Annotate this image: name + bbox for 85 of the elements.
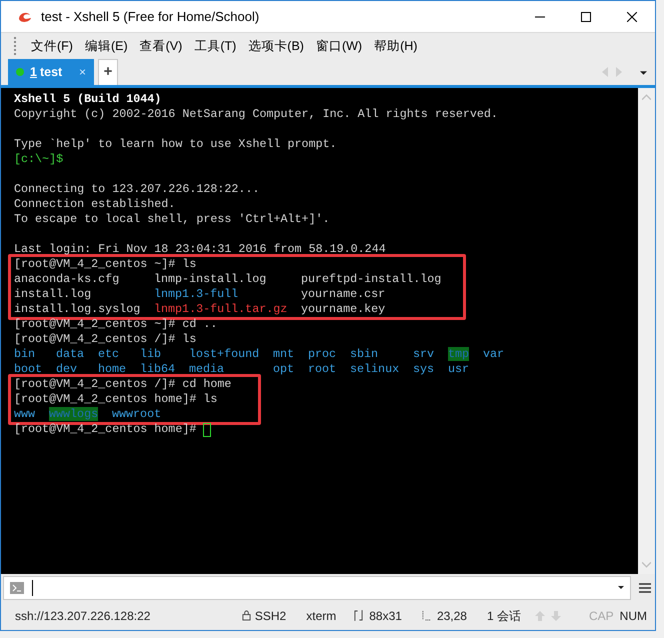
terminal-screen[interactable] <box>1 88 638 574</box>
terminal-text: data <box>56 347 84 361</box>
menu-icon[interactable] <box>639 582 651 592</box>
session-count-label: 1 会话 <box>486 608 521 624</box>
terminal-text: lost+found <box>189 347 260 361</box>
terminal-text: wwwroot <box>112 407 162 421</box>
terminal-text: media <box>189 362 224 376</box>
terminal-text: boot <box>14 362 42 376</box>
resize-icon <box>354 610 364 621</box>
terminal-text: lnmp1.3-full.tar.gz <box>154 302 288 316</box>
terminal-text: lnmp-install.log <box>154 272 266 286</box>
terminal-text: anaconda-ks.cfg <box>14 272 120 286</box>
terminal-text: selinux <box>350 362 400 376</box>
scroll-left-icon[interactable] <box>602 67 608 77</box>
terminal-text: dev <box>56 362 78 376</box>
terminal-text: bin <box>14 347 36 361</box>
session-tab[interactable]: 1 test × <box>8 59 94 85</box>
terminal-text: To escape to local shell, press 'Ctrl+Alt+]'. <box>14 212 330 227</box>
caret-icon[interactable] <box>618 586 624 589</box>
terminal-text: [root@VM_4_2_centos home]# <box>14 422 196 437</box>
new-tab-button[interactable]: + <box>98 59 118 85</box>
terminal-text: Xshell 5 (Build 1044) <box>14 92 162 107</box>
terminal-text: usr <box>448 362 470 376</box>
terminal-text: yourname.csr <box>301 287 386 301</box>
terminal-text: wwwlogs <box>49 407 98 421</box>
terminal-icon <box>10 582 24 594</box>
terminal-text: www <box>14 407 36 421</box>
terminal-text: [root@VM_4_2_centos ~]# cd .. <box>14 317 218 332</box>
scrollbar[interactable] <box>638 88 655 574</box>
terminal-text: var <box>483 347 504 361</box>
terminal-text: [c:\~]$ <box>14 152 64 167</box>
down-arrow-icon <box>550 610 561 620</box>
terminal-text: yourname.key <box>301 302 386 316</box>
scroll-up-icon[interactable] <box>642 94 651 100</box>
key-state-label: CAP <box>588 608 614 624</box>
scroll-right-icon[interactable] <box>616 67 622 77</box>
terminal-text: [root@VM_4_2_centos home]# ls <box>14 392 218 407</box>
scroll-down-icon[interactable] <box>642 562 651 568</box>
terminal-text: install.log <box>14 287 92 301</box>
menu-item[interactable]: 选项卡(B) <box>242 35 310 57</box>
terminal-text: lnmp1.3-full <box>154 287 238 301</box>
terminal-text: [root@VM_4_2_centos /]# cd home <box>14 377 232 392</box>
terminal-text: sys <box>413 362 434 376</box>
terminal-text: root <box>308 362 336 376</box>
terminal-type-label: xterm <box>306 608 336 624</box>
cursor-position-label: 23,28 <box>436 608 467 624</box>
tab-number: 1 <box>30 64 37 81</box>
close-icon <box>627 12 637 22</box>
terminal-text: lib <box>140 347 162 361</box>
terminal-text: pureftpd-install.log <box>301 272 442 286</box>
menu-item[interactable]: 文件(F) <box>25 35 79 57</box>
tab-label: test <box>40 64 62 81</box>
menu-item[interactable]: 工具(T) <box>188 35 242 57</box>
terminal-text: Last login: Fri Nov 18 23:04:31 2016 from 58.19.0.244 <box>14 242 386 257</box>
window-title: test - Xshell 5 (Free for Home/School) <box>41 8 260 26</box>
terminal-text: install.log.syslog <box>14 302 140 316</box>
terminal-text: proc <box>308 347 336 361</box>
terminal-text: Connection established. <box>14 197 176 212</box>
menu-item[interactable]: 窗口(W) <box>310 35 368 57</box>
terminal-text: Copyright (c) 2002-2016 NetSarang Computer, Inc. All rights reserved. <box>14 107 498 122</box>
connection-address: ssh://123.207.226.128:22 <box>15 608 150 624</box>
lock-icon <box>242 610 251 621</box>
terminal-text: [root@VM_4_2_centos /]# ls <box>14 332 196 347</box>
terminal-text: lib64 <box>140 362 176 376</box>
terminal-text: etc <box>98 347 120 361</box>
compose-input-field[interactable] <box>3 576 631 600</box>
terminal-text: sbin <box>350 347 378 361</box>
menu-item[interactable]: 查看(V) <box>134 35 188 57</box>
cursor-position-icon <box>422 610 431 621</box>
maximize-icon <box>581 12 591 22</box>
terminal-size-label: 88x31 <box>369 608 402 624</box>
terminal-text: Connecting to 123.207.226.128:22... <box>14 182 260 197</box>
terminal-text: [root@VM_4_2_centos ~]# ls <box>14 257 196 272</box>
terminal-text: mnt <box>273 347 294 361</box>
key-state-label: NUM <box>620 608 647 624</box>
terminal-text: srv <box>413 347 434 361</box>
menu-item[interactable]: 帮助(H) <box>368 35 424 57</box>
terminal-text: Type `help' to learn how to use Xshell prompt. <box>14 137 337 152</box>
terminal-text: opt <box>273 362 294 376</box>
caret-icon[interactable] <box>640 71 647 75</box>
terminal-text: tmp <box>448 347 470 361</box>
up-arrow-icon <box>534 610 545 620</box>
terminal-text: home <box>98 362 126 376</box>
protocol-label: SSH2 <box>254 608 286 624</box>
menu-item[interactable]: 编辑(E) <box>78 35 134 57</box>
